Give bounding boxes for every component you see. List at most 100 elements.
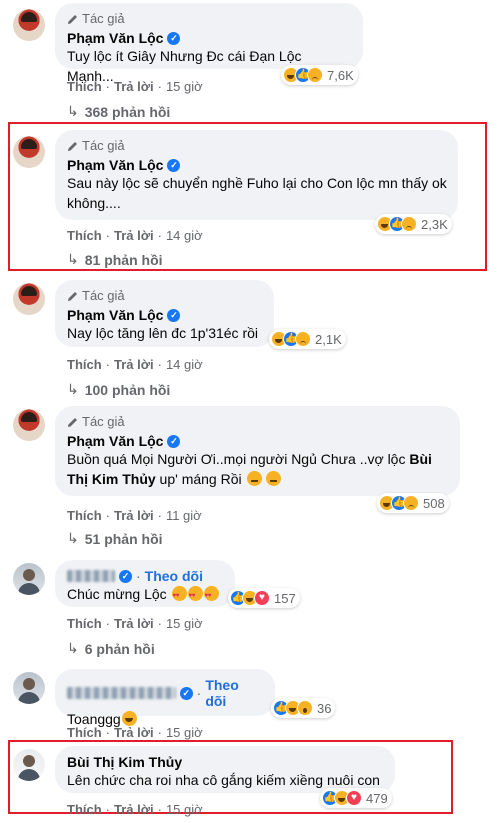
view-replies-link[interactable]: ↳ 368 phản hồi <box>67 103 170 120</box>
avatar[interactable] <box>13 136 45 168</box>
comment-bubble: ✓ · Theo dõi Toanggg <box>55 669 275 727</box>
timestamp[interactable]: 11 giờ <box>166 508 202 523</box>
verified-icon: ✓ <box>167 434 181 448</box>
verified-icon: ✓ <box>167 158 181 172</box>
comment-text: Sau này lộc sẽ chuyển nghề Fuho lại cho … <box>67 175 447 211</box>
reply-button[interactable]: Trả lời <box>114 508 154 523</box>
like-button[interactable]: Thích <box>67 79 102 94</box>
like-button[interactable]: Thích <box>67 802 102 817</box>
commenter-name[interactable]: Phạm Văn Lộc <box>67 433 163 449</box>
sad-icon <box>307 67 323 83</box>
timestamp[interactable]: 15 giờ <box>166 725 203 740</box>
comment-bubble: Tác giả Phạm Văn Lộc ✓ Nay lộc tăng lên … <box>55 280 274 347</box>
verified-icon: ✓ <box>119 569 132 583</box>
author-badge: Tác giả <box>67 288 262 303</box>
verified-icon: ✓ <box>179 686 193 700</box>
reaction-count: 7,6K <box>327 67 354 83</box>
author-badge: Tác giả <box>67 11 351 26</box>
pencil-icon <box>68 141 77 151</box>
reaction-summary[interactable]: 👍 2,3K <box>375 214 452 234</box>
commenter-name[interactable]: Phạm Văn Lộc <box>67 157 163 173</box>
comment-text: Chúc mừng Lộc <box>67 584 223 606</box>
reply-button[interactable]: Trả lời <box>114 725 154 740</box>
reply-button[interactable]: Trả lời <box>114 802 154 817</box>
author-badge: Tác giả <box>67 414 448 429</box>
reply-arrow-icon: ↳ <box>67 530 79 546</box>
reaction-summary[interactable]: 👍 2,1K <box>269 329 346 349</box>
reaction-summary[interactable]: 👍 ♥ 157 <box>228 588 300 608</box>
reaction-summary[interactable]: 👍 ♥ 479 <box>320 788 392 808</box>
verified-icon: ✓ <box>167 31 181 45</box>
like-button[interactable]: Thích <box>67 228 102 243</box>
laughing-emoji-icon <box>121 711 137 726</box>
timestamp[interactable]: 15 giờ <box>166 79 203 94</box>
comment-actions: Thích · Trả lời · 14 giờ <box>67 228 203 243</box>
reply-button[interactable]: Trả lời <box>114 357 154 372</box>
heart-eyes-emoji-icon <box>187 586 203 606</box>
avatar[interactable] <box>13 283 45 315</box>
avatar[interactable] <box>13 9 45 41</box>
reaction-count: 2,1K <box>315 331 342 347</box>
like-button[interactable]: Thích <box>67 725 102 740</box>
reaction-count: 2,3K <box>421 216 448 232</box>
comment-actions: Thích · Trả lời · 15 giờ <box>67 725 203 740</box>
blurred-name[interactable] <box>67 687 176 699</box>
reaction-count: 479 <box>366 790 388 806</box>
timestamp[interactable]: 14 giờ <box>166 228 203 243</box>
comment-text: Nay lộc tăng lên đc 1p'31éc rồi <box>67 325 259 341</box>
avatar[interactable] <box>13 749 45 781</box>
comment-text: Lên chức cha roi nha cô gắng kiếm xiềng … <box>67 772 380 788</box>
comment-actions: Thích · Trả lời · 14 giờ <box>67 357 203 372</box>
pencil-icon <box>68 291 77 301</box>
reaction-count: 157 <box>274 590 296 606</box>
reaction-count: 36 <box>317 700 332 716</box>
blurred-name[interactable] <box>67 570 115 582</box>
reaction-summary[interactable]: 👍 7,6K <box>281 65 358 85</box>
pensive-emoji-icon <box>246 471 262 486</box>
commenter-name[interactable]: Phạm Văn Lộc <box>67 30 163 46</box>
comment-actions: Thích · Trả lời · 15 giờ <box>67 79 203 94</box>
comment-bubble: Tác giả Phạm Văn Lộc ✓ Tuy lộc ít Giây N… <box>55 3 363 84</box>
comment-actions: Thích · Trả lời · 11 giờ <box>67 508 202 523</box>
view-replies-link[interactable]: ↳ 6 phản hồi <box>67 640 155 657</box>
reply-button[interactable]: Trả lời <box>114 616 154 631</box>
commenter-name[interactable]: Bùi Thị Kim Thủy <box>67 754 182 770</box>
avatar[interactable] <box>13 563 45 595</box>
sad-icon <box>295 331 311 347</box>
reply-arrow-icon: ↳ <box>67 640 79 656</box>
author-badge: Tác giả <box>67 138 446 153</box>
like-button[interactable]: Thích <box>67 616 102 631</box>
timestamp[interactable]: 15 giờ <box>166 802 203 817</box>
view-replies-link[interactable]: ↳ 81 phản hồi <box>67 251 163 268</box>
reply-button[interactable]: Trả lời <box>114 228 154 243</box>
avatar[interactable] <box>13 409 45 441</box>
verified-icon: ✓ <box>167 308 181 322</box>
follow-button[interactable]: Theo dõi <box>205 677 263 709</box>
avatar[interactable] <box>13 672 45 704</box>
view-replies-link[interactable]: ↳ 51 phản hồi <box>67 530 163 547</box>
reaction-count: 508 <box>423 495 445 511</box>
heart-eyes-emoji-icon <box>171 586 187 606</box>
commenter-name[interactable]: Phạm Văn Lộc <box>67 307 163 323</box>
comment-bubble: Tác giả Phạm Văn Lộc ✓ Buồn quá Mọi Ngườ… <box>55 406 460 496</box>
comment-bubble: ✓ · Theo dõi Chúc mừng Lộc <box>55 560 235 607</box>
view-replies-link[interactable]: ↳ 100 phản hồi <box>67 381 170 398</box>
love-icon: ♥ <box>254 590 270 606</box>
pensive-emoji-icon <box>266 471 282 486</box>
follow-button[interactable]: Theo dõi <box>145 568 203 584</box>
love-icon: ♥ <box>346 790 362 806</box>
comment-actions: Thích · Trả lời · 15 giờ <box>67 616 203 631</box>
timestamp[interactable]: 15 giờ <box>166 616 203 631</box>
reaction-summary[interactable]: 👍 36 <box>271 698 336 718</box>
pencil-icon <box>68 14 77 24</box>
reaction-summary[interactable]: 👍 508 <box>377 493 449 513</box>
timestamp[interactable]: 14 giờ <box>166 357 203 372</box>
reply-arrow-icon: ↳ <box>67 251 79 267</box>
like-button[interactable]: Thích <box>67 508 102 523</box>
like-button[interactable]: Thích <box>67 357 102 372</box>
wow-icon <box>297 700 313 716</box>
comment-bubble: Tác giả Phạm Văn Lộc ✓ Sau này lộc sẽ ch… <box>55 130 458 220</box>
heart-eyes-emoji-icon <box>203 586 219 606</box>
comment-bubble: Bùi Thị Kim Thủy Lên chức cha roi nha cô… <box>55 746 395 793</box>
reply-button[interactable]: Trả lời <box>114 79 154 94</box>
